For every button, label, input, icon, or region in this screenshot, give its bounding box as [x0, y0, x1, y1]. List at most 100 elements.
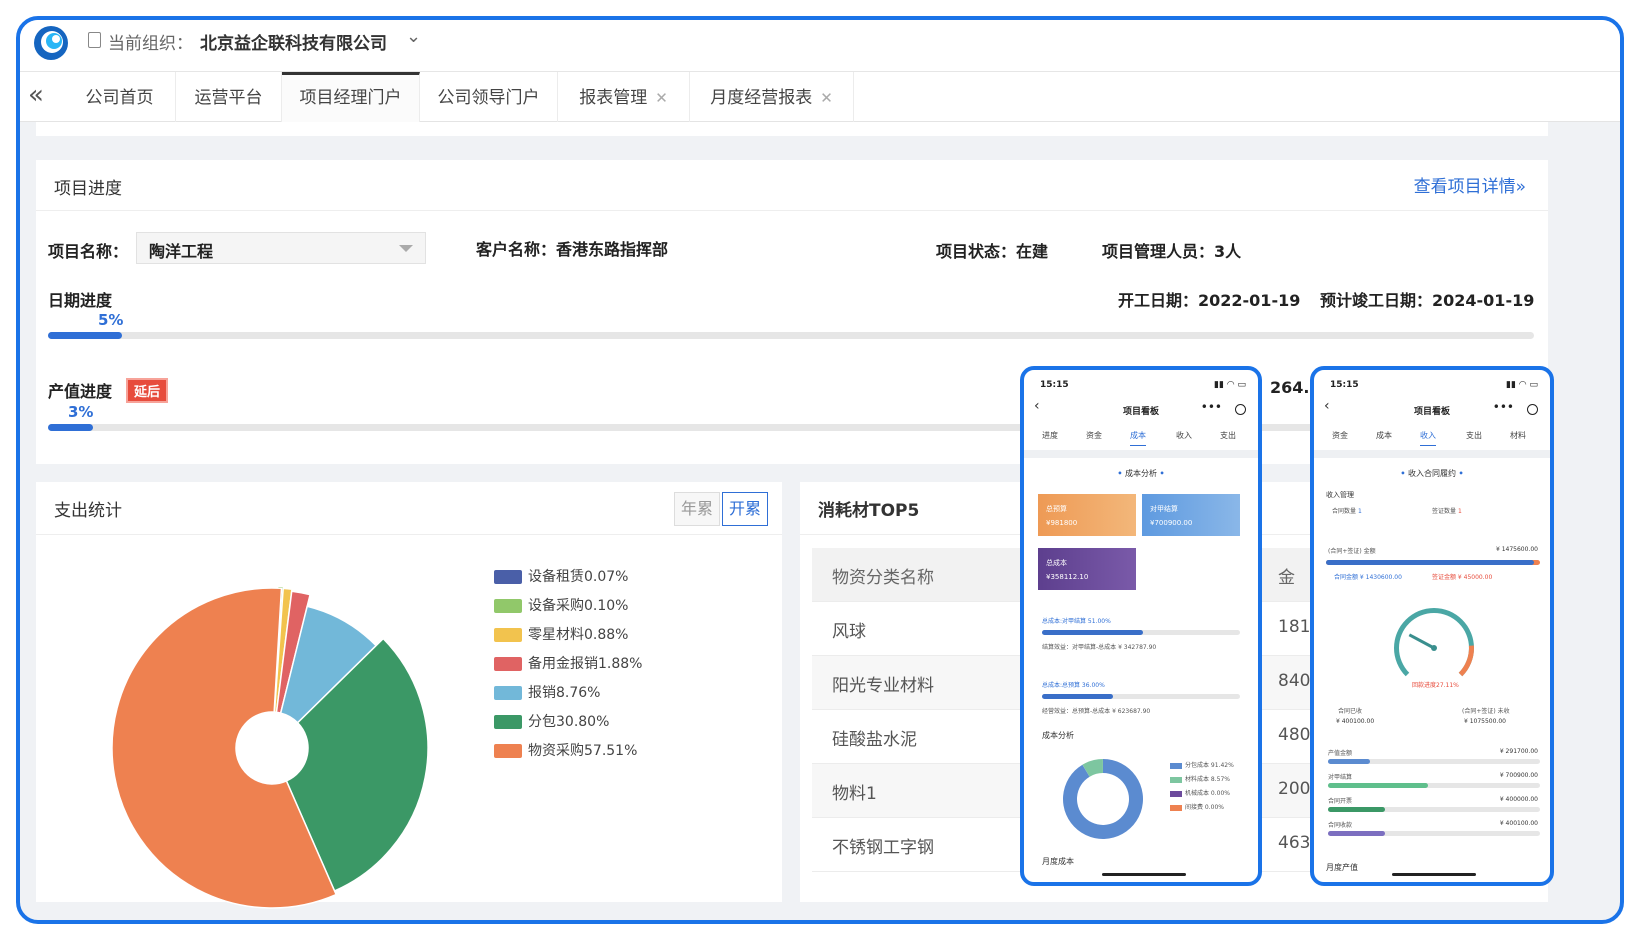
- gauge-hub: [1431, 645, 1437, 651]
- end-date: 预计竣工日期：2024-01-19: [1320, 291, 1535, 310]
- top-header: 当前组织： 北京益企联科技有限公司 ⌄: [20, 20, 1620, 72]
- project-select[interactable]: 陶洋工程: [136, 232, 426, 264]
- project-name-label: 项目名称：: [48, 242, 129, 261]
- legend-item[interactable]: 报销8.76%: [494, 682, 600, 704]
- legend-item: 间接费 0.00%: [1170, 802, 1224, 811]
- contract-visa-bar: [1326, 560, 1540, 565]
- toggle-cumulative[interactable]: 开累: [721, 492, 768, 526]
- ratio2: 总成本:总预算 36.00%: [1042, 682, 1105, 689]
- bar-fill: [1328, 807, 1386, 812]
- delay-badge: 延后: [126, 378, 169, 403]
- legend-swatch: [494, 715, 522, 729]
- cell-amount: 200: [1278, 779, 1311, 799]
- project-status: 项目状态：在建: [936, 242, 1049, 261]
- cell-amount: 463: [1278, 833, 1311, 853]
- toggle-year[interactable]: 年累: [673, 492, 720, 526]
- panel-title: 支出统计: [54, 501, 122, 521]
- legend-swatch: [494, 599, 522, 613]
- bar-value: ¥ 400000.00: [1499, 796, 1538, 803]
- ph-tab[interactable]: 进度: [1042, 430, 1058, 441]
- legend-label: 设备租赁0.07%: [528, 569, 629, 585]
- tab-operations[interactable]: 运营平台: [176, 72, 282, 122]
- legend-item[interactable]: 分包30.80%: [494, 711, 609, 733]
- target-icon[interactable]: [1527, 404, 1538, 415]
- ph-tab-active[interactable]: 成本: [1130, 430, 1146, 446]
- more-icon[interactable]: •••: [1201, 400, 1222, 414]
- date-progress-fill: [48, 332, 123, 339]
- phone-title: 项目看板: [1122, 407, 1159, 417]
- org-name[interactable]: 北京益企联科技有限公司: [200, 29, 387, 54]
- bar-label: 产值金额: [1328, 750, 1353, 757]
- ph-tab[interactable]: 支出: [1466, 430, 1482, 441]
- legend-item[interactable]: 设备采购0.10%: [494, 595, 628, 617]
- output-progress-fill: [48, 424, 93, 431]
- project-detail-link[interactable]: 查看项目详情»: [1414, 172, 1526, 197]
- caret-down-icon: [399, 245, 413, 252]
- target-icon[interactable]: [1235, 404, 1246, 415]
- ph-tab[interactable]: 支出: [1220, 430, 1236, 441]
- legend-label: 零星材料0.88%: [528, 627, 629, 643]
- cell-name: 风球: [832, 622, 866, 642]
- bar-fill: [1328, 759, 1371, 764]
- income-mgmt-title: 收入管理: [1326, 491, 1354, 499]
- bar-value: ¥ 400100.00: [1499, 820, 1538, 827]
- received-label: 合同已收: [1338, 708, 1363, 715]
- org-icon: [88, 32, 101, 48]
- ph-tab[interactable]: 资金: [1086, 430, 1102, 441]
- home-indicator: [1102, 873, 1186, 876]
- ph-tab-active[interactable]: 收入: [1420, 430, 1436, 446]
- legend-item[interactable]: 备用金报销1.88%: [494, 653, 642, 675]
- cell-amount: 480: [1278, 725, 1311, 745]
- ph-tab[interactable]: 资金: [1332, 430, 1348, 441]
- total-cost-card: 总成本 ¥358112.10: [1038, 548, 1136, 590]
- ph-tab[interactable]: 成本: [1376, 430, 1392, 441]
- cell-name: 不锈钢工字钢: [832, 838, 934, 858]
- app-window: 当前组织： 北京益企联科技有限公司 ⌄ « 公司首页 运营平台 项目经理门户 公…: [16, 16, 1624, 924]
- signal-icon: ▮▮ ◠ ▭: [1506, 380, 1538, 390]
- output-amount: 264.: [1270, 378, 1310, 397]
- bar-fill: [1328, 831, 1386, 836]
- legend-item[interactable]: 设备租赁0.07%: [494, 566, 628, 588]
- cell-amount: 840: [1278, 671, 1311, 691]
- ratio2-note: 经营效益：总预算-总成本 ¥ 623687.90: [1042, 708, 1151, 715]
- received-value: ¥ 400100.00: [1336, 718, 1375, 725]
- legend-item[interactable]: 零星材料0.88%: [494, 624, 628, 646]
- gauge-needle: [1408, 633, 1435, 650]
- tab-bar: « 公司首页 运营平台 项目经理门户 公司领导门户 报表管理 ✕ 月度经营报表 ✕: [20, 72, 1620, 122]
- divider: [36, 210, 1548, 211]
- bar-track: [1328, 807, 1540, 812]
- chevron-down-icon[interactable]: ⌄: [406, 26, 421, 47]
- close-icon[interactable]: ✕: [820, 89, 833, 107]
- tab-leader-portal[interactable]: 公司领导门户: [420, 72, 558, 122]
- collection-gauge: [1394, 608, 1474, 677]
- collapse-icon[interactable]: «: [28, 80, 44, 110]
- tab-monthly-report[interactable]: 月度经营报表 ✕: [690, 72, 854, 122]
- unreceived-value: ¥ 1075500.00: [1464, 718, 1506, 725]
- close-icon[interactable]: ✕: [655, 89, 668, 107]
- company-logo: [34, 26, 68, 60]
- legend-item[interactable]: 物资采购57.51%: [494, 740, 637, 762]
- legend-swatch: [494, 686, 522, 700]
- ph-tab[interactable]: 收入: [1176, 430, 1192, 441]
- ph-tab[interactable]: 材料: [1510, 430, 1526, 441]
- gauge-track: [1394, 608, 1474, 677]
- mobile-preview-cost: 15:15 ▮▮ ◠ ▭ ‹ 项目看板 ••• 进度 资金 成本 收入 支出 •…: [1020, 366, 1262, 886]
- total-value: ¥ 1475600.00: [1496, 546, 1538, 553]
- cell-name: 阳光专业材料: [832, 676, 934, 696]
- bar-track: [1328, 831, 1540, 836]
- tab-pm-portal[interactable]: 项目经理门户: [282, 72, 420, 122]
- tab-reports[interactable]: 报表管理 ✕: [558, 72, 690, 122]
- bar-fill: [1328, 783, 1428, 788]
- bar-label: 对甲结算: [1328, 774, 1353, 781]
- more-icon[interactable]: •••: [1493, 400, 1514, 414]
- total-label: (合同+签证) 金额: [1328, 548, 1376, 555]
- visa-amount: 签证金额 ¥ 45000.00: [1432, 574, 1493, 581]
- legend-item: 机械成本 0.00%: [1170, 788, 1230, 797]
- legend-swatch: [494, 570, 522, 584]
- legend-swatch: [494, 628, 522, 642]
- org-label: 当前组织：: [108, 34, 193, 54]
- monthly-cost-title: 月度成本: [1042, 857, 1074, 866]
- ratio1-note: 结算效益：对甲结算-总成本 ¥ 342787.90: [1042, 644, 1157, 651]
- tab-company-home[interactable]: 公司首页: [64, 72, 176, 122]
- panel-title: 消耗材TOP5: [818, 501, 920, 521]
